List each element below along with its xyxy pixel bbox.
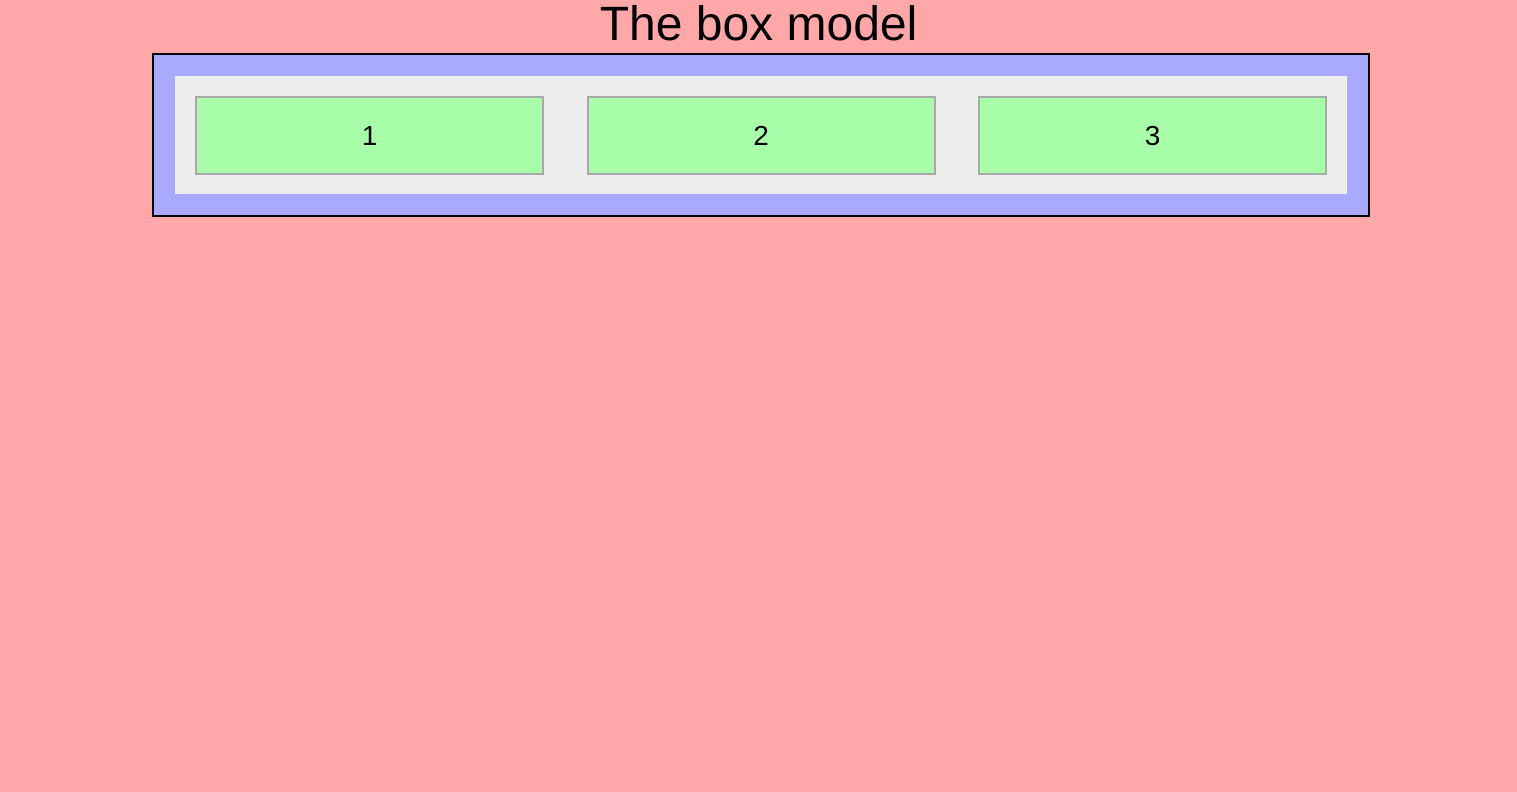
inner-box: 1 2 3 <box>175 76 1347 194</box>
child-box-2: 2 <box>586 96 936 175</box>
outer-box: 1 2 3 <box>152 53 1370 217</box>
child-box-3: 3 <box>978 96 1327 175</box>
child-box-1: 1 <box>195 96 544 175</box>
page-title: The box model <box>599 0 918 51</box>
